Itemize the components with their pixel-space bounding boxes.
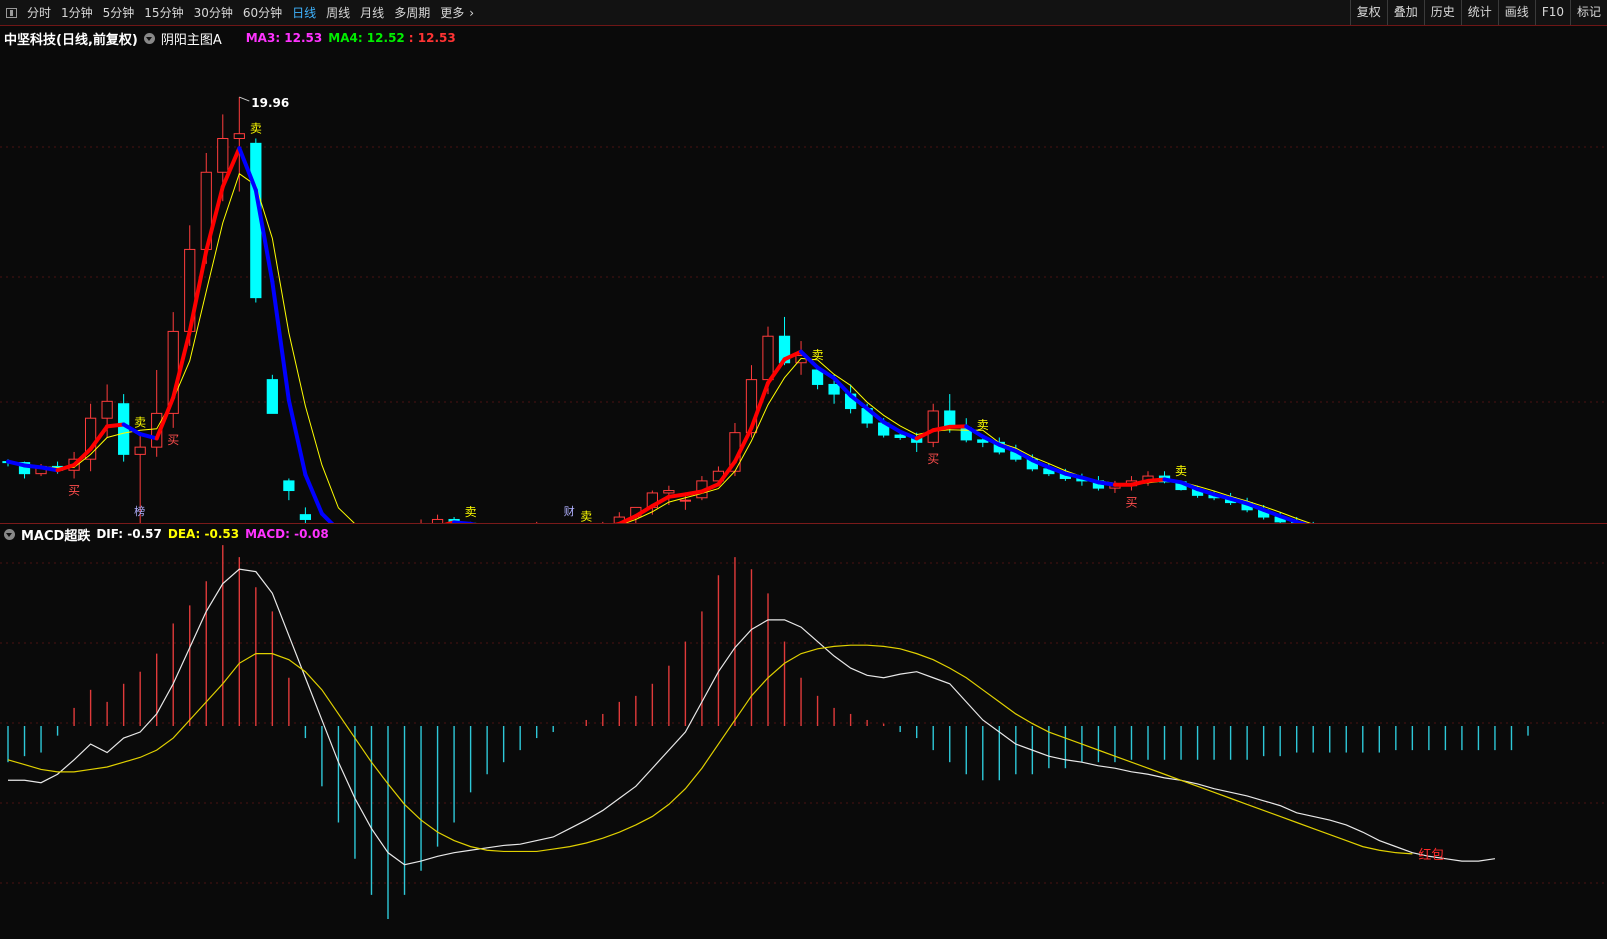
period-tab-2[interactable]: 5分钟 xyxy=(98,4,140,21)
macd-chart[interactable]: 红包 xyxy=(0,523,1607,939)
sell-signal-49: 卖 xyxy=(812,348,824,362)
period-tab-0[interactable]: 分时 xyxy=(22,4,56,21)
buy-signal-56: 买 xyxy=(927,452,939,466)
toolbar-action-6[interactable]: 标记 xyxy=(1569,0,1607,25)
dea-line xyxy=(7,644,1413,855)
candle-body-54 xyxy=(894,434,906,438)
candle-17 xyxy=(283,478,295,501)
candle-18 xyxy=(299,507,312,523)
ma4-value: MA4: 12.52 xyxy=(328,31,405,45)
candle-26 xyxy=(431,514,444,523)
buy-signal-10: 买 xyxy=(167,433,179,447)
dea-value: DEA: -0.53 xyxy=(167,527,240,541)
ma3-segment-41 xyxy=(666,492,688,499)
macd-dropdown-icon[interactable] xyxy=(4,528,15,540)
sell-signal-71: 卖 xyxy=(1175,464,1187,478)
ma3-segment-71 xyxy=(1162,477,1184,485)
sell-signal-59: 卖 xyxy=(977,418,989,432)
high-price-label: 19.96 xyxy=(251,96,289,110)
period-tab-6[interactable]: 日线 xyxy=(287,4,321,21)
candle-body-41 xyxy=(679,499,692,502)
toolbar-right-actions: 复权 叠加 历史 统计 画线 F10 标记 xyxy=(1349,0,1607,25)
ma3-segment-18 xyxy=(286,398,308,477)
macd-tag-label: 红包 xyxy=(1418,847,1444,863)
buy-signal-68: 买 xyxy=(1125,496,1137,510)
toolbar-action-5[interactable]: F10 xyxy=(1534,0,1570,25)
toolbar-action-3[interactable]: 统计 xyxy=(1460,0,1498,25)
more-chevron-icon[interactable]: › xyxy=(469,6,479,20)
candle-14 xyxy=(233,97,245,192)
period-tab-3[interactable]: 15分钟 xyxy=(139,4,188,21)
candle-body-46 xyxy=(762,335,774,381)
event-marker-1: 财 xyxy=(564,504,575,518)
sell-signal-28: 卖 xyxy=(465,505,477,519)
candle-body-17 xyxy=(283,480,295,492)
candle-body-6 xyxy=(101,400,113,419)
ma3-value: MA3: 12.53 xyxy=(245,31,323,45)
macd-header: MACD超跌 DIF: -0.57 DEA: -0.53 MACD: -0.08 xyxy=(4,525,329,544)
candle-body-14 xyxy=(233,133,245,140)
main-chart-panel: 中坚科技(日线,前复权) 阴阳主图A MA3: 12.53 MA4: 12.52… xyxy=(0,27,1607,523)
panel-toggle-icon[interactable] xyxy=(6,7,17,18)
candle-9 xyxy=(151,369,163,457)
candle-body-50 xyxy=(828,383,840,395)
period-tab-8[interactable]: 月线 xyxy=(355,4,389,21)
macd-value: MACD: -0.08 xyxy=(245,527,329,541)
main-indicator-name[interactable]: 阴阳主图A xyxy=(161,29,222,48)
period-tabs: 分时 1分钟 5分钟 15分钟 30分钟 60分钟 日线 周线 月线 多周期 更多 › xyxy=(22,4,479,21)
candle-body-40 xyxy=(663,490,675,494)
toolbar-action-1[interactable]: 叠加 xyxy=(1386,0,1424,25)
toolbar-action-2[interactable]: 历史 xyxy=(1423,0,1461,25)
buy-signal-4: 买 xyxy=(68,483,80,497)
candle-16 xyxy=(266,374,278,414)
ma3-segment-66 xyxy=(1079,475,1101,485)
candle-body-56 xyxy=(927,410,939,443)
indicator-dropdown-icon[interactable] xyxy=(143,32,155,44)
ma3-segment-3 xyxy=(39,465,60,473)
sell-signal-8: 卖 xyxy=(134,416,146,430)
ma3-segment-42 xyxy=(683,489,704,497)
event-marker-0: 榜 xyxy=(134,504,145,518)
period-tab-4[interactable]: 30分钟 xyxy=(189,4,238,21)
high-pointer xyxy=(239,96,250,102)
candle-body-7 xyxy=(118,403,130,455)
period-tab-5[interactable]: 60分钟 xyxy=(238,4,287,21)
extra-value: : 12.53 xyxy=(408,31,456,45)
ma3-segment-7 xyxy=(105,422,126,429)
main-chart-header: 中坚科技(日线,前复权) 阴阳主图A MA3: 12.53 MA4: 12.52… xyxy=(4,29,456,48)
ma3-segment-19 xyxy=(303,472,324,516)
candle-56 xyxy=(927,403,939,448)
ma3-segment-70 xyxy=(1146,477,1167,483)
period-tab-10[interactable]: 更多 xyxy=(435,4,469,21)
ma3-segment-67 xyxy=(1096,480,1117,487)
period-toolbar: 分时 1分钟 5分钟 15分钟 30分钟 60分钟 日线 周线 月线 多周期 更多 › 复权 叠加 历史统… xyxy=(0,0,1607,26)
candle-body-8 xyxy=(134,446,146,455)
sell-signal-35: 卖 xyxy=(580,510,592,523)
sell-signal-15: 卖 xyxy=(250,122,262,136)
candlestick-chart[interactable]: 19.9612.20买卖买卖买卖买卖买卖买卖买卖榜财 xyxy=(0,27,1607,523)
dif-value: DIF: -0.57 xyxy=(96,527,162,541)
period-tab-7[interactable]: 周线 xyxy=(321,4,355,21)
macd-indicator-name[interactable]: MACD超跌 xyxy=(21,525,90,544)
ma3-segment-2 xyxy=(22,463,44,470)
stock-title: 中坚科技(日线,前复权) xyxy=(4,32,138,48)
macd-chart-panel: MACD超跌 DIF: -0.57 DEA: -0.53 MACD: -0.08… xyxy=(0,523,1607,939)
toolbar-action-0[interactable]: 复权 xyxy=(1349,0,1387,25)
candle-body-18 xyxy=(299,514,312,520)
candle-body-16 xyxy=(266,379,278,414)
toolbar-action-4[interactable]: 画线 xyxy=(1497,0,1535,25)
period-tab-9[interactable]: 多周期 xyxy=(389,4,435,21)
candle-body-13 xyxy=(217,138,229,173)
ma3-segment-20 xyxy=(319,511,335,523)
candle-5 xyxy=(84,403,97,472)
period-tab-1[interactable]: 1分钟 xyxy=(56,4,98,21)
